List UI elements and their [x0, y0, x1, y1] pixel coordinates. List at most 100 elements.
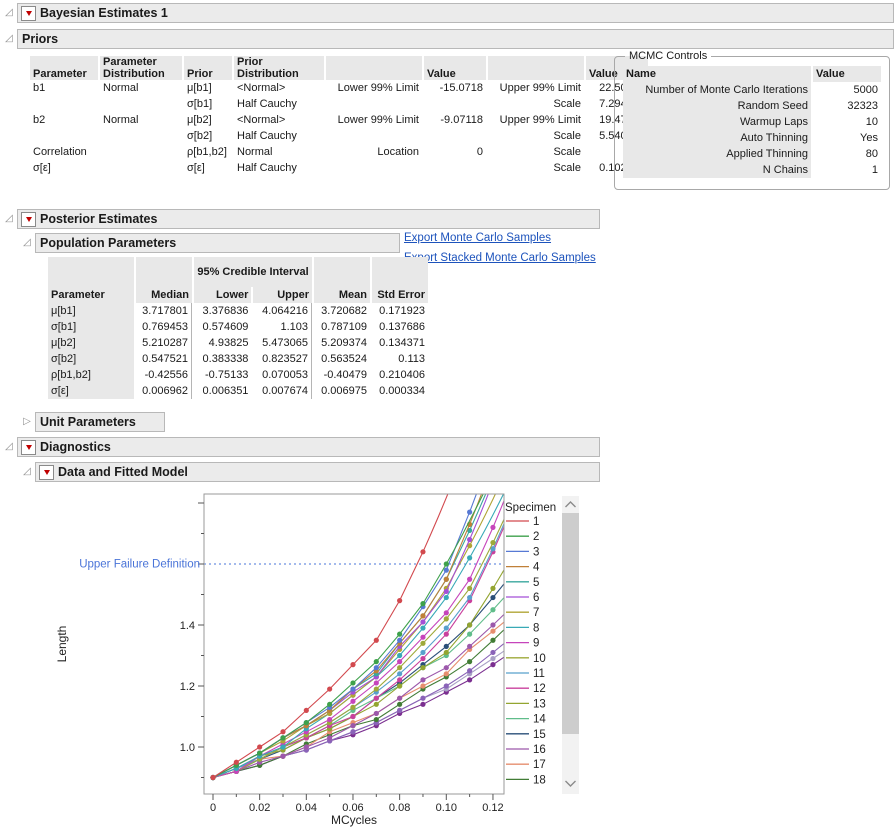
- data-point[interactable]: [280, 729, 285, 734]
- disclosure-open-icon[interactable]: ◿: [21, 466, 33, 478]
- data-point[interactable]: [327, 702, 332, 707]
- disclosure-open-icon[interactable]: ◿: [3, 7, 15, 19]
- disclosure-open-icon[interactable]: ◿: [3, 213, 15, 225]
- legend-item-specimen-8[interactable]: 8: [506, 622, 539, 634]
- outline-bar-bayesian-estimates[interactable]: Bayesian Estimates 1: [17, 3, 894, 23]
- legend-item-specimen-3[interactable]: 3: [506, 546, 539, 558]
- data-point[interactable]: [444, 625, 449, 630]
- red-triangle-menu-icon[interactable]: [21, 6, 36, 21]
- data-point[interactable]: [397, 683, 402, 688]
- data-point[interactable]: [280, 754, 285, 759]
- data-point[interactable]: [327, 686, 332, 691]
- data-point[interactable]: [444, 561, 449, 566]
- data-point[interactable]: [444, 589, 449, 594]
- data-point[interactable]: [490, 622, 495, 627]
- data-point[interactable]: [374, 659, 379, 664]
- data-point[interactable]: [397, 677, 402, 682]
- data-point[interactable]: [420, 601, 425, 606]
- data-point[interactable]: [257, 751, 262, 756]
- data-point[interactable]: [374, 680, 379, 685]
- data-point[interactable]: [280, 735, 285, 740]
- data-point[interactable]: [420, 613, 425, 618]
- disclosure-open-icon[interactable]: ◿: [3, 441, 15, 453]
- legend-item-specimen-2[interactable]: 2: [506, 531, 539, 543]
- data-point[interactable]: [444, 650, 449, 655]
- data-point[interactable]: [397, 708, 402, 713]
- data-point[interactable]: [420, 641, 425, 646]
- data-point[interactable]: [420, 635, 425, 640]
- data-point[interactable]: [467, 555, 472, 560]
- legend-item-specimen-17[interactable]: 17: [506, 759, 546, 771]
- data-point[interactable]: [304, 708, 309, 713]
- outline-bar-population-parameters[interactable]: Population Parameters: [35, 233, 400, 253]
- data-point[interactable]: [420, 625, 425, 630]
- data-point[interactable]: [467, 577, 472, 582]
- data-point[interactable]: [467, 644, 472, 649]
- data-point[interactable]: [490, 586, 495, 591]
- outline-bar-unit-parameters[interactable]: Unit Parameters: [35, 412, 165, 432]
- legend-item-specimen-7[interactable]: 7: [506, 607, 539, 619]
- data-point[interactable]: [350, 729, 355, 734]
- data-point[interactable]: [420, 665, 425, 670]
- data-point[interactable]: [350, 680, 355, 685]
- data-point[interactable]: [304, 720, 309, 725]
- data-point[interactable]: [374, 686, 379, 691]
- data-point[interactable]: [234, 760, 239, 765]
- data-point[interactable]: [374, 696, 379, 701]
- export-stacked-monte-carlo-samples-link[interactable]: Export Stacked Monte Carlo Samples: [404, 252, 596, 264]
- data-point[interactable]: [467, 632, 472, 637]
- data-point[interactable]: [374, 717, 379, 722]
- data-point[interactable]: [490, 650, 495, 655]
- data-point[interactable]: [350, 699, 355, 704]
- data-point[interactable]: [467, 668, 472, 673]
- data-point[interactable]: [397, 653, 402, 658]
- data-point[interactable]: [444, 671, 449, 676]
- data-point[interactable]: [490, 629, 495, 634]
- data-point[interactable]: [374, 638, 379, 643]
- legend-item-specimen-1[interactable]: 1: [506, 516, 539, 528]
- data-point[interactable]: [467, 595, 472, 600]
- data-point[interactable]: [350, 714, 355, 719]
- legend-item-specimen-11[interactable]: 11: [506, 668, 545, 680]
- data-point[interactable]: [210, 775, 215, 780]
- data-point[interactable]: [490, 656, 495, 661]
- disclosure-closed-icon[interactable]: ▷: [21, 416, 33, 428]
- data-point[interactable]: [350, 662, 355, 667]
- data-point[interactable]: [490, 525, 495, 530]
- outline-bar-posterior-estimates[interactable]: Posterior Estimates: [17, 209, 600, 229]
- data-point[interactable]: [327, 735, 332, 740]
- legend-item-specimen-16[interactable]: 16: [506, 744, 546, 756]
- legend-item-specimen-9[interactable]: 9: [506, 638, 539, 650]
- legend-item-specimen-18[interactable]: 18: [506, 774, 546, 786]
- data-point[interactable]: [350, 705, 355, 710]
- data-point[interactable]: [397, 702, 402, 707]
- data-point[interactable]: [420, 650, 425, 655]
- outline-bar-priors[interactable]: Priors: [17, 29, 894, 49]
- data-point[interactable]: [444, 568, 449, 573]
- data-point[interactable]: [467, 677, 472, 682]
- data-point[interactable]: [397, 632, 402, 637]
- data-point[interactable]: [420, 696, 425, 701]
- data-point[interactable]: [444, 577, 449, 582]
- data-point[interactable]: [444, 665, 449, 670]
- legend-item-specimen-15[interactable]: 15: [506, 729, 546, 741]
- data-point[interactable]: [467, 537, 472, 542]
- red-triangle-menu-icon[interactable]: [39, 465, 54, 480]
- data-point[interactable]: [397, 665, 402, 670]
- data-point[interactable]: [397, 598, 402, 603]
- outline-bar-data-and-fitted-model[interactable]: Data and Fitted Model: [35, 462, 600, 482]
- data-point[interactable]: [374, 665, 379, 670]
- data-point[interactable]: [490, 540, 495, 545]
- data-point[interactable]: [444, 683, 449, 688]
- data-point[interactable]: [467, 510, 472, 515]
- legend-item-specimen-5[interactable]: 5: [506, 577, 539, 589]
- data-point[interactable]: [490, 595, 495, 600]
- data-point[interactable]: [420, 656, 425, 661]
- data-point[interactable]: [490, 662, 495, 667]
- data-point[interactable]: [397, 638, 402, 643]
- red-triangle-menu-icon[interactable]: [21, 440, 36, 455]
- data-point[interactable]: [420, 677, 425, 682]
- data-point[interactable]: [420, 549, 425, 554]
- disclosure-open-icon[interactable]: ◿: [3, 33, 15, 45]
- legend-scrollbar[interactable]: [562, 496, 579, 794]
